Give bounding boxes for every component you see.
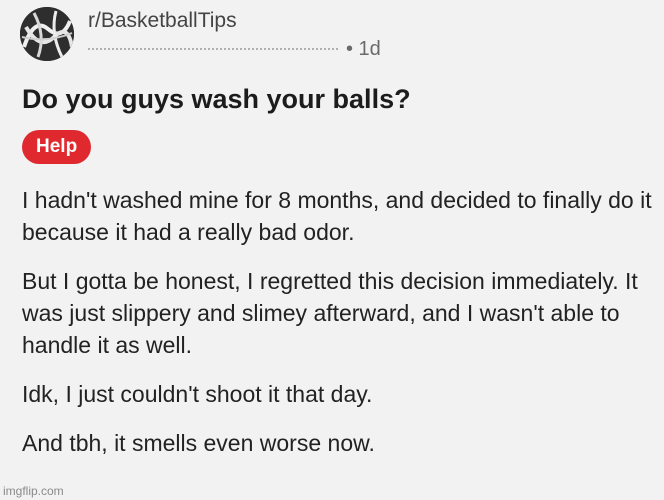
watermark: imgflip.com bbox=[3, 484, 64, 498]
post-paragraph: But I gotta be honest, I regretted this … bbox=[22, 268, 638, 358]
post-body: I hadn't washed mine for 8 months, and d… bbox=[22, 184, 654, 476]
post-time: • 1d bbox=[346, 37, 381, 60]
post-flair[interactable]: Help bbox=[22, 130, 92, 164]
subreddit-link[interactable]: r/BasketballTips bbox=[88, 8, 381, 34]
post-meta: r/BasketballTips • 1d bbox=[88, 8, 381, 61]
post-paragraph: Idk, I just couldn't shoot it that day. bbox=[22, 381, 373, 407]
avatar-icon bbox=[20, 7, 74, 61]
post-title[interactable]: Do you guys wash your balls? bbox=[22, 82, 411, 116]
username-redacted bbox=[88, 48, 338, 53]
post-byline: • 1d bbox=[88, 37, 381, 61]
community-avatar[interactable] bbox=[20, 7, 74, 61]
post-paragraph: And tbh, it smells even worse now. bbox=[22, 430, 375, 456]
reddit-post: r/BasketballTips • 1d Do you guys wash y… bbox=[0, 0, 664, 500]
post-header: r/BasketballTips • 1d bbox=[20, 4, 381, 64]
post-paragraph: I hadn't washed mine for 8 months, and d… bbox=[22, 187, 652, 245]
